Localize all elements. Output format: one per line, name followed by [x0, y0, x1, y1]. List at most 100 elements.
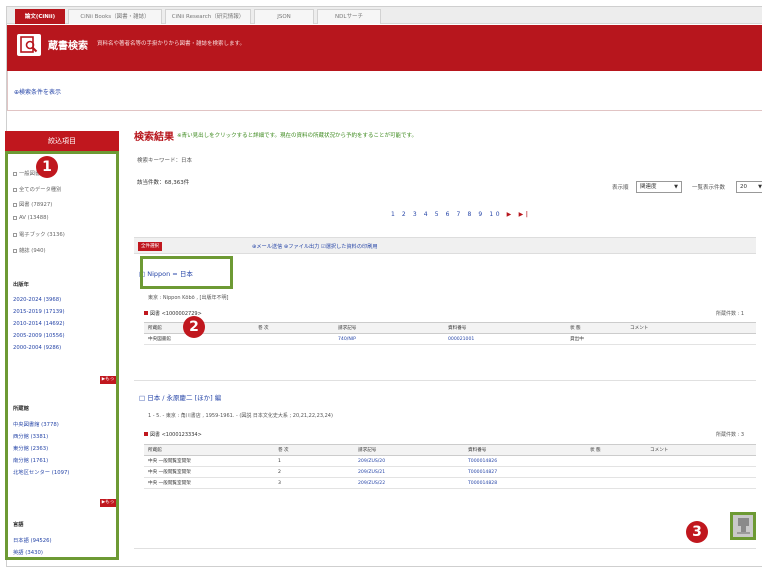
tab-cinii-articles[interactable]: 論文(CiNii): [15, 9, 65, 24]
cell: 中央 一般閲覧室開架: [144, 477, 274, 489]
filter-link[interactable]: 東分館 (2363): [13, 444, 48, 452]
col-header: 所蔵館: [144, 444, 274, 456]
col-header: 資料番号: [464, 444, 586, 456]
checkbox-icon[interactable]: [13, 232, 17, 237]
filter-link[interactable]: 日本語 (94526): [13, 536, 52, 544]
checkbox-icon[interactable]: [13, 187, 17, 192]
filter-link[interactable]: 北地区センター (1097): [13, 468, 69, 476]
cell: [586, 466, 646, 478]
result-count: 該当件数：68,363件: [137, 180, 190, 186]
per-page-select[interactable]: 20 ▼: [736, 181, 762, 193]
col-header: 巻 次: [274, 444, 354, 456]
result-2-title-text[interactable]: 日本 / 永原慶二 [ほか] 編: [147, 394, 221, 402]
tab-ndl-search[interactable]: NDLサーチ: [317, 9, 381, 24]
filter-link[interactable]: 中央図書館 (3778): [13, 420, 59, 428]
filter-label: 全てのデータ種別: [19, 187, 62, 193]
cell: 1: [274, 455, 354, 467]
filter-link[interactable]: 2005-2009 (10556): [13, 333, 65, 339]
cell: [586, 477, 646, 489]
select-all-button[interactable]: 全件選択: [138, 242, 162, 251]
col-header: 状 態: [566, 322, 626, 334]
filter-label: AV (13488): [19, 215, 49, 221]
page-header: 蔵書検索 資料名や著者名等の手掛かりから図書・雑誌を検索します。: [7, 25, 762, 71]
call-number-link[interactable]: 209/ZUS/20: [354, 455, 464, 467]
call-number-link[interactable]: 740/NIP: [334, 333, 444, 345]
pagination[interactable]: 1 2 3 4 5 6 7 8 9 10 ▶ ▶|: [391, 211, 531, 218]
checkbox-icon[interactable]: [13, 215, 17, 220]
result-2-holding: 図書 <1000123334>: [144, 431, 202, 438]
filter-link[interactable]: 南分館 (1761): [13, 456, 48, 464]
highlight-result-title: [140, 256, 233, 289]
page-title: 蔵書検索: [48, 41, 88, 52]
page-description: 資料名や著者名等の手掛かりから図書・雑誌を検索します。: [97, 41, 245, 47]
table-row: 中央図書館 740/NIP 000021001 貸出中: [144, 333, 756, 345]
filter-label: 図書 (78927): [19, 202, 53, 208]
call-number-link[interactable]: 209/ZUS/22: [354, 477, 464, 489]
cell: [646, 466, 756, 478]
cell: 2: [274, 466, 354, 478]
filter-link[interactable]: 英語 (3430): [13, 548, 43, 556]
table-header-row: 所蔵館 巻 次 請求記号 資料番号 状 態 コメント: [144, 444, 756, 456]
page-top-button[interactable]: [730, 512, 756, 540]
cell: 中央 一般閲覧室開架: [144, 466, 274, 478]
tab-cinii-research[interactable]: CiNii Research（研究情報）: [165, 9, 251, 24]
per-page-label: 一覧表示件数: [692, 185, 726, 191]
database-tabs: 論文(CiNii) CiNii Books（図書・雑誌） CiNii Resea…: [7, 7, 762, 24]
page-links[interactable]: 1 2 3 4 5 6 7 8 9 10: [391, 211, 502, 218]
checkbox-icon[interactable]: [13, 202, 17, 207]
item-number-link[interactable]: T000014827: [464, 466, 586, 478]
chevron-down-icon: ▼: [758, 184, 762, 190]
filter-link[interactable]: 西分館 (3381): [13, 432, 48, 440]
col-header: 請求記号: [334, 322, 444, 334]
col-header: コメント: [646, 444, 756, 456]
filter-group-title: 出版年: [13, 282, 29, 288]
filter-link[interactable]: 2000-2004 (9286): [13, 345, 61, 351]
filter-item[interactable]: 図書 (78927): [13, 200, 52, 208]
col-header: 状 態: [586, 444, 646, 456]
call-number-link[interactable]: 209/ZUS/21: [354, 466, 464, 478]
filter-link[interactable]: 2020-2024 (3968): [13, 297, 61, 303]
filter-item[interactable]: 雑誌 (940): [13, 246, 46, 254]
filter-label: 電子ブック (3136): [19, 232, 65, 238]
search-condition-panel: ⊕検索条件を表示: [7, 71, 762, 111]
book-search-icon: [17, 34, 41, 56]
filter-group-title: 言語: [13, 522, 24, 528]
result-2-holdings-table: 所蔵館 巻 次 請求記号 資料番号 状 態 コメント 中央 一般閲覧室開架 1 …: [144, 444, 756, 489]
item-number-link[interactable]: T000014828: [464, 477, 586, 489]
filter-sidebar: 一般図書 全てのデータ種別 図書 (78927) AV (13488) 電子ブッ…: [5, 151, 119, 560]
result-1-count: 所蔵件数 : 1: [716, 311, 745, 317]
toolbar-actions[interactable]: ⊕メール送信 ⊕ファイル出力 ☑選択した資料の印刷用: [252, 243, 378, 250]
tab-json[interactable]: JSON: [254, 9, 314, 24]
sort-select[interactable]: 関連度 ▼: [636, 181, 682, 193]
filter-sidebar-title: 絞込項目: [5, 131, 119, 151]
cell: 3: [274, 477, 354, 489]
filter-item[interactable]: AV (13488): [13, 215, 49, 221]
checkbox-icon[interactable]: [13, 171, 17, 176]
holding-marker-icon: [144, 311, 148, 315]
col-header: コメント: [626, 322, 756, 334]
checkbox-icon[interactable]: [13, 248, 17, 253]
filter-label: 雑誌 (940): [19, 248, 46, 254]
filter-link[interactable]: 2015-2019 (17139): [13, 309, 65, 315]
filter-group-title: 所蔵館: [13, 406, 29, 412]
table-header-row: 所蔵館 巻 次 請求記号 資料番号 状 態 コメント: [144, 322, 756, 334]
more-button[interactable]: ▶もっと: [100, 499, 116, 513]
show-search-conditions-link[interactable]: ⊕検索条件を表示: [14, 87, 61, 96]
table-row: 中央 一般閲覧室開架 3 209/ZUS/22 T000014828: [144, 477, 756, 489]
col-header: 請求記号: [354, 444, 464, 456]
table-row: 中央 一般閲覧室開架 1 209/ZUS/20 T000014826: [144, 455, 756, 467]
item-number-link[interactable]: T000014826: [464, 455, 586, 467]
more-button[interactable]: ▶もっと: [100, 376, 116, 390]
result-divider: [134, 548, 756, 549]
next-page-link[interactable]: ▶ ▶|: [507, 211, 531, 218]
result-2-title[interactable]: □ 日本 / 永原慶二 [ほか] 編: [139, 392, 221, 402]
filter-link[interactable]: 2010-2014 (14692): [13, 321, 65, 327]
sort-label: 表示順: [612, 185, 629, 191]
filter-item[interactable]: 電子ブック (3136): [13, 230, 65, 238]
item-number-link[interactable]: 000021001: [444, 333, 566, 345]
filter-item[interactable]: 全てのデータ種別: [13, 185, 61, 193]
tab-cinii-books[interactable]: CiNii Books（図書・雑誌）: [68, 9, 162, 24]
col-header: 巻 次: [254, 322, 334, 334]
cell: 貸出中: [566, 333, 626, 345]
results-toolbar: 全件選択 ⊕メール送信 ⊕ファイル出力 ☑選択した資料の印刷用: [134, 237, 756, 254]
